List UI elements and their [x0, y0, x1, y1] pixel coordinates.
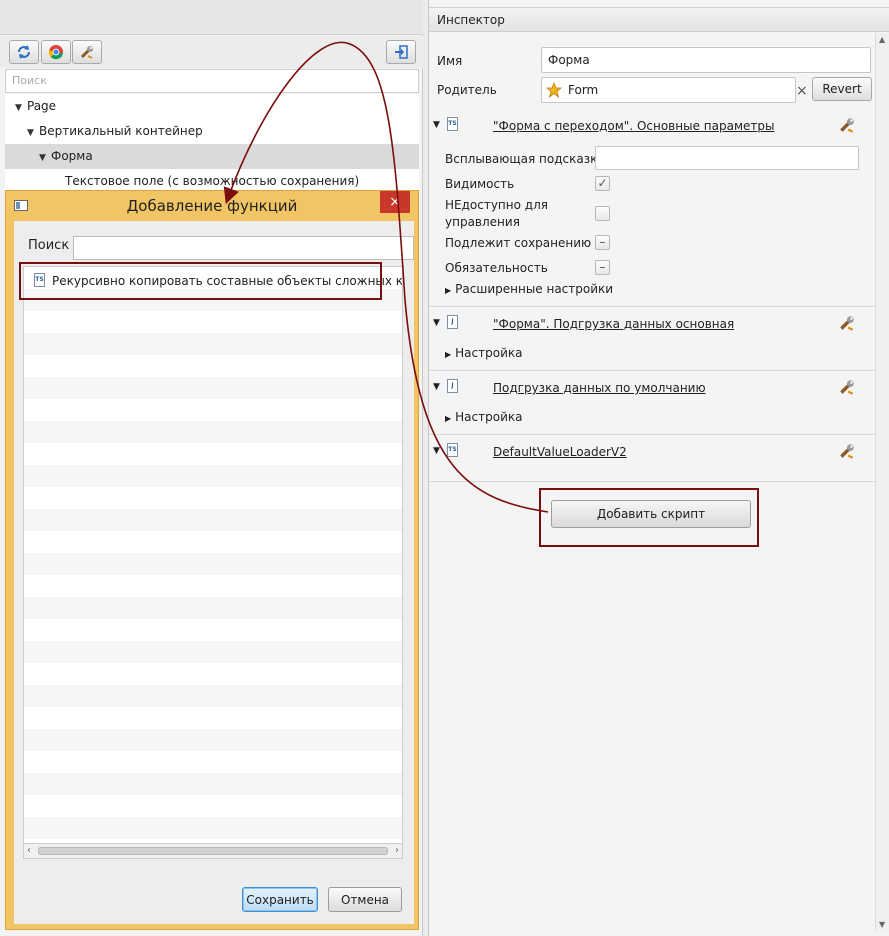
tree-search-input[interactable]: Поиск: [5, 69, 419, 93]
collapse-triangle-icon[interactable]: ▼: [433, 120, 440, 130]
expand-triangle-icon: ▶: [445, 286, 452, 295]
chrome-icon: [48, 45, 63, 60]
dialog-body: Поиск TS Рекурсивно копировать составные…: [14, 221, 414, 924]
revert-button[interactable]: Revert: [812, 77, 872, 101]
tools-icon: [80, 46, 93, 59]
settings-toggle[interactable]: ▶ Настройка: [445, 410, 522, 424]
expand-triangle-icon[interactable]: ▼: [15, 96, 27, 121]
wrench-icon[interactable]: [838, 378, 856, 396]
exit-icon: [395, 45, 408, 59]
js-file-icon: J: [447, 315, 458, 329]
tree-item-vertical-container[interactable]: ▼ Вертикальный контейнер: [5, 119, 419, 144]
disabled-label-line2: управления: [445, 215, 520, 229]
expand-triangle-icon: ▶: [445, 414, 452, 423]
section-link[interactable]: DefaultValueLoaderV2: [493, 445, 627, 459]
scroll-up-icon[interactable]: ▲: [879, 35, 885, 44]
tree-item-text-field[interactable]: Текстовое поле (с возможностью сохранени…: [5, 169, 419, 190]
tree-item-page[interactable]: ▼ Page: [5, 94, 419, 119]
scroll-right-icon[interactable]: ›: [395, 844, 399, 858]
ts-file-icon: TS: [447, 117, 458, 131]
tooltip-label: Всплывающая подсказка: [445, 152, 605, 166]
disabled-checkbox[interactable]: [595, 206, 610, 221]
ts-file-icon: TS: [447, 443, 458, 457]
required-checkbox[interactable]: –: [595, 260, 610, 275]
horizontal-scrollbar[interactable]: ‹ ›: [23, 844, 403, 859]
name-label: Имя: [437, 54, 463, 68]
section-default-data-load[interactable]: ▼ J Подгрузка данных по умолчанию: [429, 374, 875, 404]
section-default-value-loader[interactable]: ▼ TS DefaultValueLoaderV2: [429, 438, 875, 468]
scroll-down-icon[interactable]: ▼: [879, 920, 885, 929]
wrench-icon[interactable]: [838, 314, 856, 332]
dialog-title: Добавление функций: [126, 197, 298, 215]
section-main-params[interactable]: ▼ TS "Форма с переходом". Основные парам…: [429, 112, 875, 142]
saveable-checkbox[interactable]: –: [595, 235, 610, 250]
expand-triangle-icon[interactable]: ▼: [39, 146, 51, 171]
section-link[interactable]: Подгрузка данных по умолчанию: [493, 381, 706, 395]
divider: [429, 370, 875, 371]
highlight-box-function-item: [19, 262, 382, 300]
divider: [429, 434, 875, 435]
inspector-content: Имя Форма Родитель Form × Revert ▼ TS "Ф…: [429, 33, 875, 931]
star-icon: [546, 82, 562, 98]
vertical-scrollbar[interactable]: ▲ ▼: [875, 33, 889, 931]
cancel-button[interactable]: Отмена: [328, 887, 402, 912]
expand-triangle-icon: ▶: [445, 350, 452, 359]
refresh-button[interactable]: [9, 40, 39, 64]
browser-preview-button[interactable]: [41, 40, 71, 64]
left-toolbar: [0, 36, 423, 68]
tools-button[interactable]: [72, 40, 102, 64]
collapse-triangle-icon[interactable]: ▼: [433, 318, 440, 328]
parent-input[interactable]: Form: [541, 77, 796, 103]
section-link[interactable]: "Форма с переходом". Основные параметры: [493, 119, 774, 133]
highlight-box-add-script: [539, 488, 759, 547]
section-form-data-load[interactable]: ▼ J "Форма". Подгрузка данных основная: [429, 310, 875, 340]
scrollbar-thumb[interactable]: [38, 847, 388, 855]
add-functions-dialog: Добавление функций × Поиск TS Рекурсивно…: [5, 190, 419, 930]
clear-parent-button[interactable]: ×: [796, 83, 808, 99]
visibility-checkbox[interactable]: ✓: [595, 176, 610, 191]
scroll-left-icon[interactable]: ‹: [27, 844, 31, 858]
saveable-label: Подлежит сохранению: [445, 236, 592, 250]
wrench-icon[interactable]: [838, 116, 856, 134]
inspector-header: Инспектор: [429, 7, 889, 32]
dialog-search-input[interactable]: [73, 236, 414, 260]
left-top-bar: [0, 0, 423, 35]
disabled-label-line1: НЕдоступно для: [445, 198, 548, 212]
exit-button[interactable]: [386, 40, 416, 64]
function-list: TS Рекурсивно копировать составные объек…: [23, 266, 403, 844]
js-file-icon: J: [447, 379, 458, 393]
collapse-triangle-icon[interactable]: ▼: [433, 382, 440, 392]
parent-label: Родитель: [437, 83, 497, 97]
name-input[interactable]: Форма: [541, 47, 871, 73]
save-button[interactable]: Сохранить: [242, 887, 318, 912]
expand-triangle-icon[interactable]: ▼: [27, 121, 39, 146]
visibility-label: Видимость: [445, 177, 515, 191]
collapse-triangle-icon[interactable]: ▼: [433, 446, 440, 456]
required-label: Обязательность: [445, 261, 548, 275]
settings-toggle[interactable]: ▶ Настройка: [445, 346, 522, 360]
tooltip-input[interactable]: [595, 146, 859, 170]
divider: [429, 306, 875, 307]
dialog-titlebar[interactable]: Добавление функций ×: [6, 191, 418, 221]
refresh-icon: [18, 45, 30, 59]
close-button[interactable]: ×: [380, 191, 410, 213]
tree-item-form[interactable]: ▼ Форма: [5, 144, 419, 169]
section-link[interactable]: "Форма". Подгрузка данных основная: [493, 317, 734, 331]
component-tree: ▼ Page ▼ Вертикальный контейнер ▼ Форма Тек…: [5, 94, 419, 190]
left-panel: Поиск ▼ Page ▼ Вертикальный контейнер ▼ Фор…: [0, 0, 423, 936]
inspector-panel: Инспектор Имя Форма Родитель Form × Reve…: [428, 0, 889, 936]
wrench-icon[interactable]: [838, 442, 856, 460]
divider: [429, 481, 875, 482]
dialog-search-label: Поиск: [28, 238, 70, 253]
advanced-settings-toggle[interactable]: ▶ Расширенные настройки: [445, 282, 613, 296]
